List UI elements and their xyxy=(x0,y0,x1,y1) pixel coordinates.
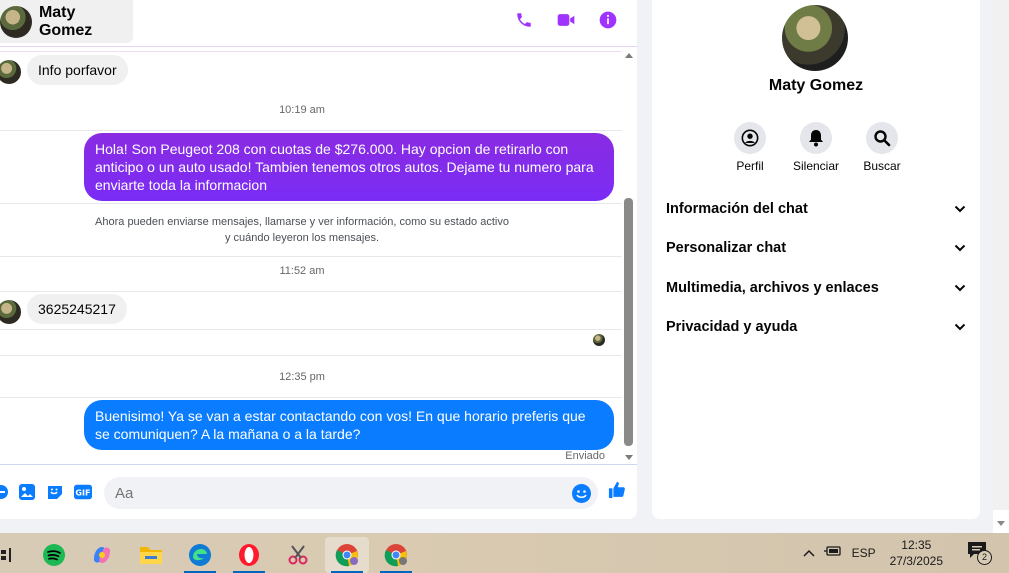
divider xyxy=(0,291,622,292)
system-tray: ESP 12:35 27/3/2025 2 xyxy=(800,533,1009,573)
timestamp: 11:52 am xyxy=(279,265,325,277)
outgoing-message[interactable]: Hola! Son Peugeot 208 con cuotas de $276… xyxy=(84,133,614,201)
notification-badge: 2 xyxy=(977,550,992,565)
header-actions xyxy=(513,9,619,31)
section-label: Información del chat xyxy=(666,200,808,217)
svg-text:GIF: GIF xyxy=(75,488,90,498)
section-label: Multimedia, archivos y enlaces xyxy=(666,279,879,296)
chat-panel: Maty Gomez Info porfavor 10:19 am Hola! … xyxy=(0,0,637,519)
edge-browser-icon[interactable] xyxy=(178,537,222,573)
section-privacy-help[interactable]: Privacidad y ayuda xyxy=(652,308,980,348)
page-scrollbar[interactable] xyxy=(993,0,1009,533)
profile-action-perfil[interactable]: Perfil xyxy=(732,122,768,173)
bell-icon[interactable] xyxy=(800,122,832,154)
profile-action-silenciar[interactable]: Silenciar xyxy=(793,122,839,173)
system-note: Ahora pueden enviarse mensajes, llamarse… xyxy=(0,214,604,246)
chevron-down-icon xyxy=(954,205,966,213)
timestamp: 10:19 am xyxy=(279,104,325,116)
clock-date: 27/3/2025 xyxy=(889,554,943,568)
file-explorer-icon[interactable] xyxy=(129,537,173,573)
chevron-down-icon xyxy=(954,284,966,292)
more-actions-icon[interactable] xyxy=(0,483,10,501)
section-label: Privacidad y ayuda xyxy=(666,319,798,336)
timestamp: 12:35 pm xyxy=(279,371,325,383)
contact-avatar[interactable] xyxy=(0,5,32,38)
chrome-profile-icon[interactable] xyxy=(374,537,418,573)
divider xyxy=(0,51,622,52)
show-hidden-icons-icon[interactable] xyxy=(800,549,818,557)
divider xyxy=(0,397,622,398)
emoji-icon[interactable] xyxy=(572,484,591,503)
message-list[interactable]: Info porfavor 10:19 am Hola! Son Peugeot… xyxy=(0,48,622,464)
profile-action-label: Silenciar xyxy=(792,159,840,173)
system-note-line: Ahora pueden enviarse mensajes, llamarse… xyxy=(95,216,509,228)
info-icon[interactable] xyxy=(597,9,619,31)
profile-actions: Perfil Silenciar Buscar xyxy=(732,122,901,173)
section-media-files-links[interactable]: Multimedia, archivos y enlaces xyxy=(652,268,980,308)
message-status: Enviado xyxy=(565,450,605,462)
section-chat-info[interactable]: Información del chat xyxy=(652,189,980,229)
page-scroll-thumb[interactable] xyxy=(993,0,1009,510)
battery-icon[interactable] xyxy=(823,544,844,562)
clock-time: 12:35 xyxy=(901,538,932,552)
attach-photo-icon[interactable] xyxy=(18,483,36,501)
info-sections: Información del chat Personalizar chat M… xyxy=(652,189,980,347)
divider xyxy=(0,256,622,257)
chat-header: Maty Gomez xyxy=(0,0,637,47)
profile-action-buscar[interactable]: Buscar xyxy=(863,122,901,173)
contact-header[interactable]: Maty Gomez xyxy=(0,0,133,43)
spotify-icon[interactable] xyxy=(32,537,76,573)
scroll-down-arrow-icon[interactable] xyxy=(625,455,633,460)
seen-avatar xyxy=(593,334,605,346)
task-view-icon[interactable] xyxy=(0,537,30,573)
divider xyxy=(0,329,622,330)
scroll-up-arrow-icon[interactable] xyxy=(625,53,633,58)
composer: GIF xyxy=(0,464,637,519)
outgoing-message[interactable]: Buenisimo! Ya se van a estar contactando… xyxy=(84,400,614,450)
chevron-down-icon xyxy=(954,245,966,252)
profile-name: Maty Gomez xyxy=(768,77,864,94)
section-label: Personalizar chat xyxy=(666,240,787,257)
incoming-message[interactable]: 3625245217 xyxy=(27,294,127,324)
gif-icon[interactable]: GIF xyxy=(74,483,92,501)
section-customize-chat[interactable]: Personalizar chat xyxy=(652,229,980,269)
divider xyxy=(0,130,622,131)
profile-avatar[interactable] xyxy=(782,5,848,71)
clock[interactable]: 12:35 27/3/2025 xyxy=(890,537,943,569)
video-call-icon[interactable] xyxy=(555,9,577,31)
taskbar: ESP 12:35 27/3/2025 2 xyxy=(0,533,1009,573)
chevron-down-icon xyxy=(954,324,966,331)
chat-info-panel: Maty Gomez Perfil Silenciar Buscar Infor… xyxy=(652,0,980,519)
snipping-tool-icon[interactable] xyxy=(276,537,320,573)
like-thumbs-up-icon[interactable] xyxy=(608,481,626,499)
profile-action-label: Buscar xyxy=(863,159,901,173)
copilot-icon[interactable] xyxy=(80,537,124,573)
incoming-message[interactable]: Info porfavor xyxy=(27,55,128,85)
system-note-line: y cuándo leyeron los mensajes. xyxy=(224,232,380,244)
scroll-thumb[interactable] xyxy=(624,198,633,446)
message-input[interactable] xyxy=(104,477,598,509)
profile-icon[interactable] xyxy=(734,122,766,154)
phone-call-icon[interactable] xyxy=(513,9,535,31)
opera-browser-icon[interactable] xyxy=(227,537,271,573)
sender-avatar[interactable] xyxy=(0,300,21,324)
divider xyxy=(0,355,622,356)
message-scrollbar[interactable] xyxy=(622,48,636,464)
profile-action-label: Perfil xyxy=(736,159,764,173)
contact-name[interactable]: Maty Gomez xyxy=(39,4,133,40)
notifications-icon[interactable]: 2 xyxy=(967,541,993,565)
divider xyxy=(0,203,622,204)
sticker-icon[interactable] xyxy=(46,483,64,501)
search-icon[interactable] xyxy=(866,122,898,154)
sender-avatar[interactable] xyxy=(0,60,21,84)
chrome-browser-icon[interactable] xyxy=(325,537,369,573)
input-language[interactable]: ESP xyxy=(852,546,876,560)
scroll-down-arrow-icon[interactable] xyxy=(997,521,1005,526)
